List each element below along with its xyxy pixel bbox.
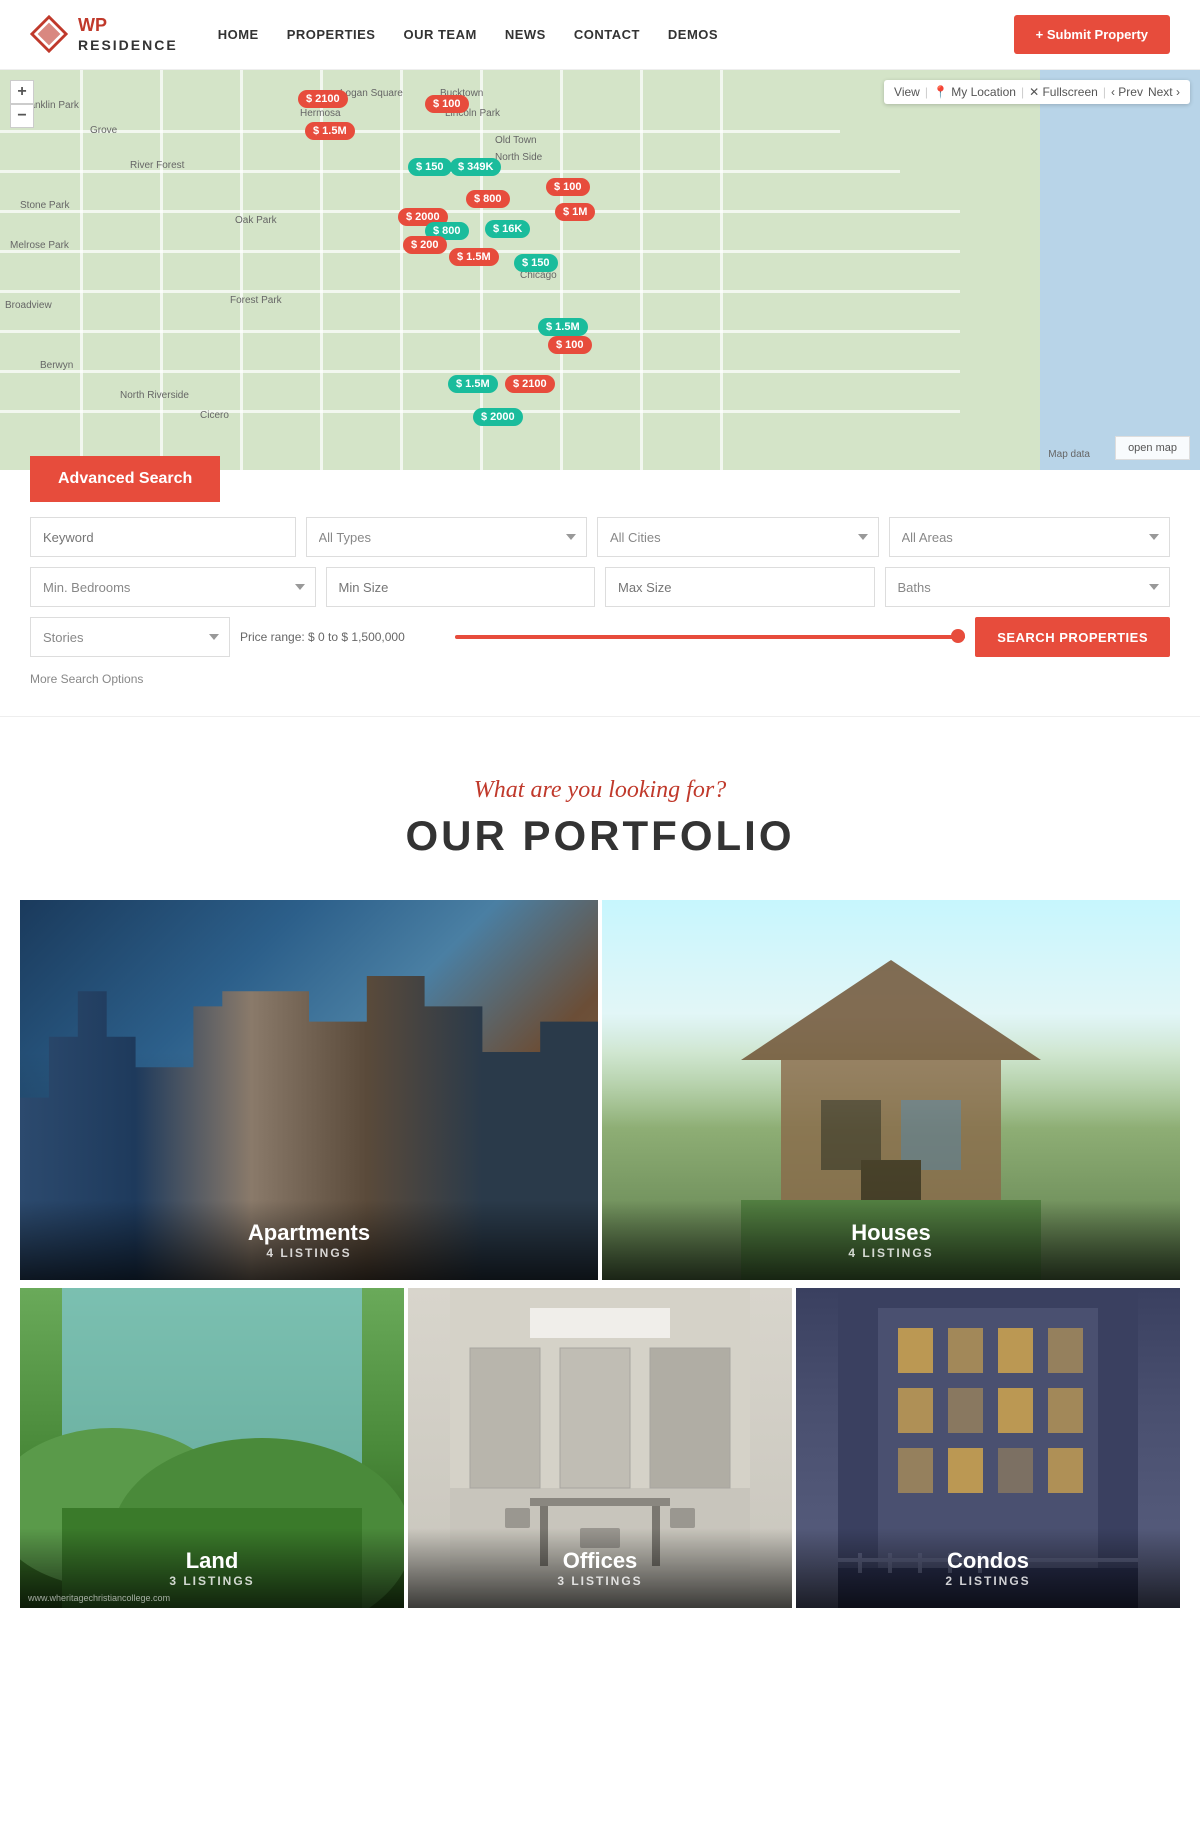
- more-search-options-link[interactable]: More Search Options: [30, 667, 143, 691]
- map-next-btn[interactable]: Next ›: [1148, 85, 1180, 99]
- main-nav: HOME PROPERTIES OUR TEAM NEWS CONTACT DE…: [218, 27, 1014, 42]
- price-marker[interactable]: $ 150: [514, 254, 558, 272]
- nav-demos[interactable]: DEMOS: [668, 27, 718, 42]
- cities-select[interactable]: All Cities: [597, 517, 879, 557]
- map-background: Franklin Park Grove River Forest Stone P…: [0, 70, 1200, 470]
- portfolio-item-apartments[interactable]: Apartments 4 LISTINGS: [20, 900, 598, 1280]
- portfolio-top-grid: Apartments 4 LISTINGS Houses 4 LISTINGS: [20, 900, 1180, 1284]
- map-view-btn[interactable]: View: [894, 85, 920, 99]
- map-zoom-controls: + −: [10, 80, 34, 128]
- offices-listings: 3 LISTINGS: [433, 1574, 767, 1588]
- portfolio-bottom-grid: Land 3 LISTINGS www.wheritagechristianco…: [20, 1288, 1180, 1608]
- map-water: [1040, 70, 1200, 470]
- price-slider[interactable]: [455, 635, 965, 639]
- offices-overlay: Offices 3 LISTINGS: [408, 1528, 792, 1608]
- price-marker[interactable]: $ 1.5M: [305, 122, 355, 140]
- condos-label: Condos: [821, 1548, 1155, 1574]
- nav-news[interactable]: NEWS: [505, 27, 546, 42]
- price-marker[interactable]: $ 2100: [298, 90, 348, 108]
- price-marker[interactable]: $ 200: [403, 236, 447, 254]
- offices-label: Offices: [433, 1548, 767, 1574]
- max-size-input[interactable]: [605, 567, 875, 607]
- price-marker[interactable]: $ 100: [548, 336, 592, 354]
- houses-overlay: Houses 4 LISTINGS: [602, 1200, 1180, 1280]
- price-marker[interactable]: $ 150: [408, 158, 452, 176]
- houses-label: Houses: [627, 1220, 1155, 1246]
- map-prev-btn[interactable]: ‹ Prev: [1111, 85, 1143, 99]
- types-select[interactable]: All Types: [306, 517, 588, 557]
- apartments-listings: 4 LISTINGS: [45, 1246, 573, 1260]
- nav-our-team[interactable]: OUR TEAM: [403, 27, 476, 42]
- price-marker[interactable]: $ 1.5M: [449, 248, 499, 266]
- land-listings: 3 LISTINGS: [45, 1574, 379, 1588]
- open-map-button[interactable]: open map: [1115, 436, 1190, 460]
- portfolio-item-offices[interactable]: Offices 3 LISTINGS: [408, 1288, 792, 1608]
- apartments-label: Apartments: [45, 1220, 573, 1246]
- map-section: Franklin Park Grove River Forest Stone P…: [0, 70, 1200, 470]
- search-section: Advanced Search All Types All Cities All…: [0, 470, 1200, 717]
- price-marker[interactable]: $ 1.5M: [448, 375, 498, 393]
- price-marker[interactable]: $ 100: [546, 178, 590, 196]
- advanced-search-bar[interactable]: Advanced Search: [30, 456, 220, 502]
- price-marker[interactable]: $ 1.5M: [538, 318, 588, 336]
- baths-select[interactable]: Baths: [885, 567, 1171, 607]
- price-range-label: Price range: $ 0 to $ 1,500,000: [240, 630, 440, 644]
- price-marker[interactable]: $ 100: [425, 95, 469, 113]
- houses-listings: 4 LISTINGS: [627, 1246, 1155, 1260]
- zoom-out-button[interactable]: −: [10, 104, 34, 128]
- price-marker[interactable]: $ 800: [466, 190, 510, 208]
- min-size-input[interactable]: [326, 567, 596, 607]
- price-marker[interactable]: $ 1M: [555, 203, 595, 221]
- map-fullscreen-btn[interactable]: ✕ Fullscreen: [1029, 85, 1098, 99]
- logo-icon: [30, 15, 68, 53]
- price-marker[interactable]: $ 2100: [505, 375, 555, 393]
- portfolio-section: What are you looking for? OUR PORTFOLIO …: [0, 717, 1200, 1608]
- land-label: Land: [45, 1548, 379, 1574]
- bedrooms-select[interactable]: Min. Bedrooms: [30, 567, 316, 607]
- price-slider-fill: [455, 635, 965, 639]
- map-data-label: Map data: [1048, 449, 1090, 460]
- nav-contact[interactable]: CONTACT: [574, 27, 640, 42]
- map-location-btn[interactable]: 📍 My Location: [933, 85, 1016, 99]
- price-marker[interactable]: $ 349K: [450, 158, 501, 176]
- areas-select[interactable]: All Areas: [889, 517, 1171, 557]
- nav-home[interactable]: HOME: [218, 27, 259, 42]
- keyword-input[interactable]: [30, 517, 296, 557]
- price-marker[interactable]: $ 16K: [485, 220, 530, 238]
- zoom-in-button[interactable]: +: [10, 80, 34, 104]
- nav-properties[interactable]: PROPERTIES: [287, 27, 376, 42]
- submit-property-button[interactable]: + Submit Property: [1014, 15, 1170, 54]
- portfolio-subtitle: What are you looking for?: [20, 777, 1180, 804]
- apartments-overlay: Apartments 4 LISTINGS: [20, 1200, 598, 1280]
- stories-select[interactable]: Stories: [30, 617, 230, 657]
- search-form: All Types All Cities All Areas Min. Bedr…: [0, 502, 1200, 696]
- portfolio-item-land[interactable]: Land 3 LISTINGS www.wheritagechristianco…: [20, 1288, 404, 1608]
- price-marker[interactable]: $ 2000: [473, 408, 523, 426]
- logo-text: WP RESIDENCE: [78, 15, 178, 53]
- search-row-3: Stories Price range: $ 0 to $ 1,500,000 …: [30, 617, 1170, 657]
- condos-listings: 2 LISTINGS: [821, 1574, 1155, 1588]
- search-row-2: Min. Bedrooms Baths: [30, 567, 1170, 607]
- portfolio-item-houses[interactable]: Houses 4 LISTINGS: [602, 900, 1180, 1280]
- map-controls: View | 📍 My Location | ✕ Fullscreen | ‹ …: [884, 80, 1190, 104]
- portfolio-title: OUR PORTFOLIO: [20, 812, 1180, 860]
- logo[interactable]: WP RESIDENCE: [30, 15, 178, 53]
- price-slider-handle[interactable]: [951, 629, 965, 643]
- portfolio-item-condos[interactable]: Condos 2 LISTINGS: [796, 1288, 1180, 1608]
- search-row-1: All Types All Cities All Areas: [30, 517, 1170, 557]
- watermark: www.wheritagechristiancollege.com: [28, 1593, 170, 1603]
- search-properties-button[interactable]: SEARCH PROPERTIES: [975, 617, 1170, 657]
- condos-overlay: Condos 2 LISTINGS: [796, 1528, 1180, 1608]
- header: WP RESIDENCE HOME PROPERTIES OUR TEAM NE…: [0, 0, 1200, 70]
